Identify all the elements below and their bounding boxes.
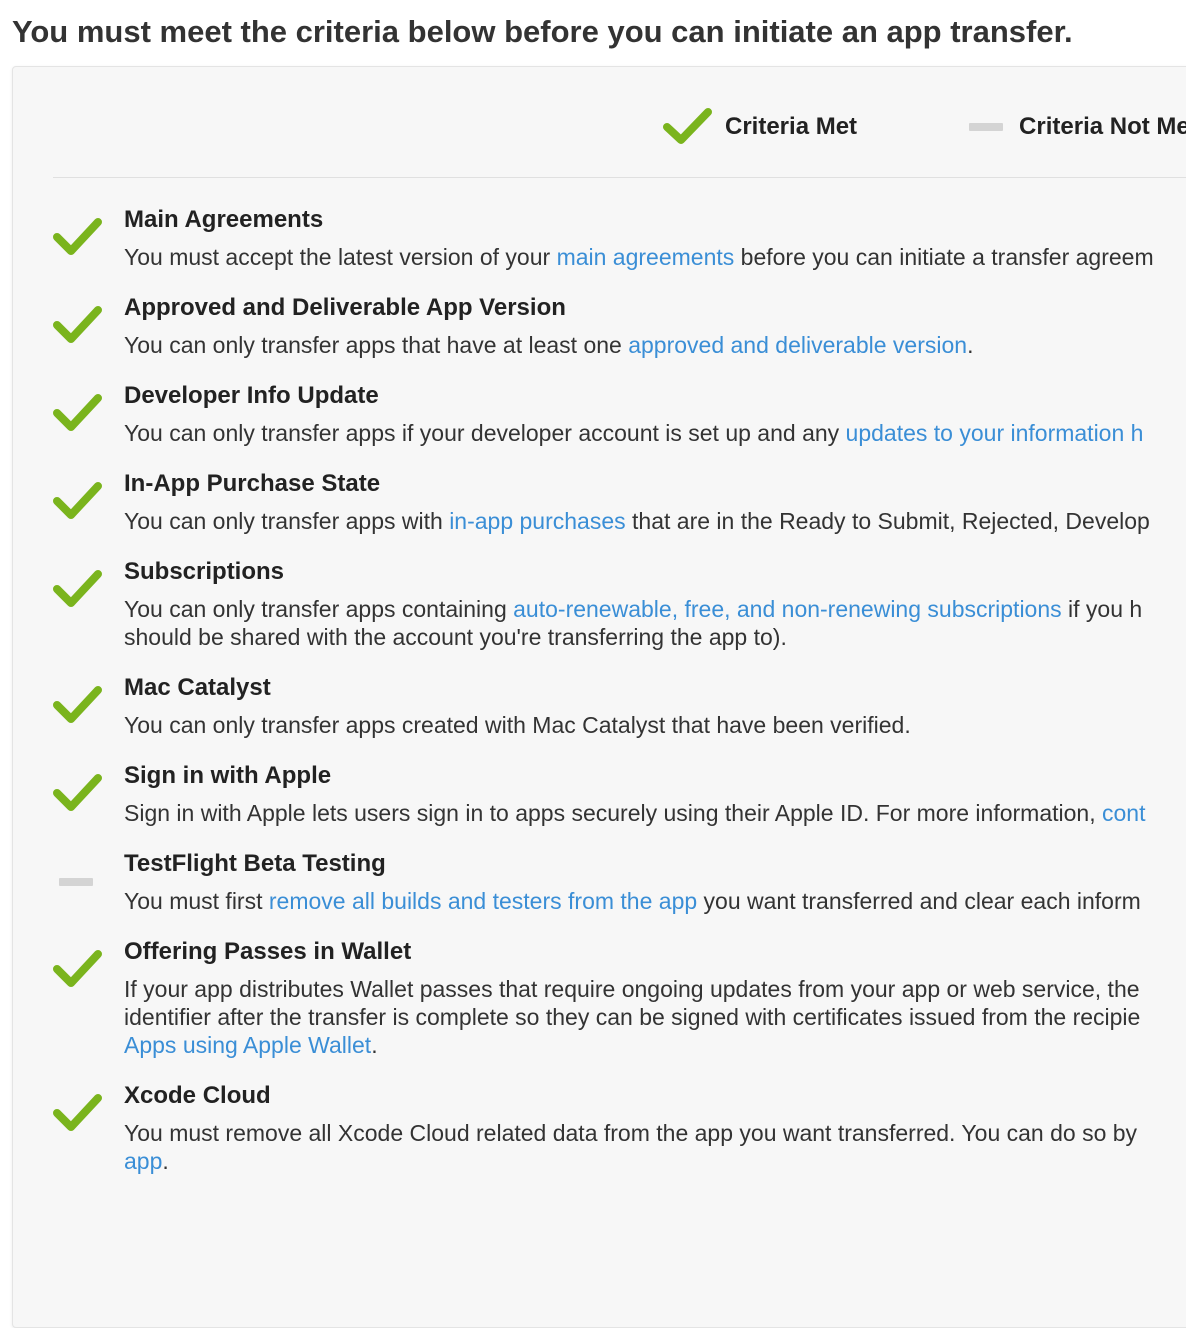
criterion-text: before you can initiate a transfer agree… — [734, 244, 1154, 270]
criterion-description: You can only transfer apps if your devel… — [124, 419, 1186, 447]
criterion-title: Main Agreements — [124, 206, 324, 233]
criterion-description: identifier after the transfer is complet… — [124, 1003, 1186, 1031]
criterion-link[interactable]: app — [124, 1148, 162, 1174]
criterion-description: should be shared with the account you're… — [124, 623, 1186, 651]
criterion-text: You can only transfer apps that have at … — [124, 332, 629, 358]
criterion-text: should be shared with the account you're… — [124, 624, 787, 650]
criterion-description: You can only transfer apps containing au… — [124, 595, 1186, 623]
criterion-title: In-App Purchase State — [124, 470, 381, 497]
criterion-text: You must accept the latest version of yo… — [124, 244, 557, 270]
criterion-text: that are in the Ready to Submit, Rejecte… — [625, 508, 1150, 534]
criterion-link[interactable]: main agreements — [557, 244, 735, 270]
check-icon — [663, 107, 713, 147]
criterion-description: You can only transfer apps with in-app p… — [124, 507, 1186, 535]
criterion-mac-catalyst: Mac Catalyst You can only transfer apps c… — [53, 673, 1186, 739]
criterion-text: you want transferred and clear each info… — [697, 888, 1141, 914]
criterion-link[interactable]: remove all builds and testers from the a… — [269, 888, 697, 914]
criterion-text: . — [371, 1032, 378, 1058]
check-icon — [53, 567, 103, 611]
criterion-text: identifier after the transfer is complet… — [124, 1004, 1141, 1030]
criterion-text: . — [162, 1148, 169, 1174]
dash-icon — [59, 878, 93, 886]
legend-criteria-not-met: Criteria Not Me — [969, 113, 1186, 141]
criterion-title: Subscriptions — [124, 558, 285, 585]
criterion-title: Sign in with Apple — [124, 762, 332, 789]
check-icon — [53, 215, 103, 259]
criteria-panel: Criteria Met Criteria Not Me Main Agreem… — [12, 66, 1186, 1328]
criterion-text: if you h — [1061, 596, 1143, 622]
criterion-iap-state: In-App Purchase State You can only transf… — [53, 469, 1186, 535]
check-icon — [53, 771, 103, 815]
criterion-wallet-passes: Offering Passes in Wallet If your app dis… — [53, 937, 1186, 1059]
criterion-title: Developer Info Update — [124, 382, 379, 409]
criterion-title: Mac Catalyst — [124, 674, 271, 701]
criterion-description: Sign in with Apple lets users sign in to… — [124, 799, 1186, 827]
criterion-testflight: TestFlight Beta Testing You must first re… — [53, 849, 1186, 915]
criterion-link[interactable]: cont — [1102, 800, 1145, 826]
criterion-link[interactable]: updates to your information h — [846, 420, 1144, 446]
check-icon — [53, 391, 103, 435]
criterion-title: Approved and Deliverable App Version — [124, 294, 566, 321]
check-icon — [53, 303, 103, 347]
criterion-description: You can only transfer apps that have at … — [124, 331, 1186, 359]
criterion-title: Xcode Cloud — [124, 1082, 271, 1109]
criterion-text: You can only transfer apps if your devel… — [124, 420, 846, 446]
check-icon — [53, 479, 103, 523]
criterion-text: Sign in with Apple lets users sign in to… — [124, 800, 1102, 826]
criterion-text: You can only transfer apps created with … — [124, 712, 911, 738]
criterion-approved-version: Approved and Deliverable App Version You … — [53, 293, 1186, 359]
legend-not-met-label: Criteria Not Me — [1019, 113, 1186, 140]
legend-criteria-met: Criteria Met — [663, 107, 857, 147]
criterion-text: You can only transfer apps containing — [124, 596, 514, 622]
dash-icon — [969, 123, 1004, 131]
criterion-description: If your app distributes Wallet passes th… — [124, 975, 1186, 1003]
criterion-text: You can only transfer apps with — [124, 508, 450, 534]
criterion-text: If your app distributes Wallet passes th… — [124, 976, 1140, 1002]
check-icon — [53, 1091, 103, 1135]
check-icon — [53, 947, 103, 991]
criterion-xcode-cloud: Xcode Cloud You must remove all Xcode Clo… — [53, 1081, 1186, 1175]
criterion-description: You must accept the latest version of yo… — [124, 243, 1186, 271]
criterion-link[interactable]: auto-renewable, free, and non-renewing s… — [513, 596, 1062, 622]
criterion-description: app. — [124, 1147, 1186, 1175]
criterion-link[interactable]: Apps using Apple Wallet — [124, 1032, 371, 1058]
criterion-developer-info: Developer Info Update You can only transf… — [53, 381, 1186, 447]
criterion-description: Apps using Apple Wallet. — [124, 1031, 1186, 1059]
criterion-main-agreements: Main Agreements You must accept the lates… — [53, 205, 1186, 271]
legend-met-label: Criteria Met — [725, 113, 858, 140]
criterion-text: You must first — [124, 888, 269, 914]
dash-icon-wrap — [53, 873, 103, 917]
criterion-link[interactable]: in-app purchases — [449, 508, 625, 534]
criterion-subscriptions: Subscriptions You can only transfer apps … — [53, 557, 1186, 651]
criterion-link[interactable]: approved and deliverable version — [628, 332, 967, 358]
criterion-text: . — [967, 332, 974, 358]
legend-divider — [53, 177, 1186, 178]
criteria-legend: Criteria Met Criteria Not Me — [663, 107, 1186, 147]
criterion-title: Offering Passes in Wallet — [124, 938, 412, 965]
criteria-list: Main Agreements You must accept the lates… — [53, 205, 1186, 1197]
criterion-sign-in-with-apple: Sign in with Apple Sign in with Apple let… — [53, 761, 1186, 827]
check-icon — [53, 683, 103, 727]
criterion-description: You must remove all Xcode Cloud related … — [124, 1119, 1186, 1147]
criterion-description: You can only transfer apps created with … — [124, 711, 1186, 739]
criterion-text: You must remove all Xcode Cloud related … — [124, 1120, 1138, 1146]
criterion-description: You must first remove all builds and tes… — [124, 887, 1186, 915]
page-title: You must meet the criteria below before … — [12, 14, 1073, 49]
criterion-title: TestFlight Beta Testing — [124, 850, 386, 877]
